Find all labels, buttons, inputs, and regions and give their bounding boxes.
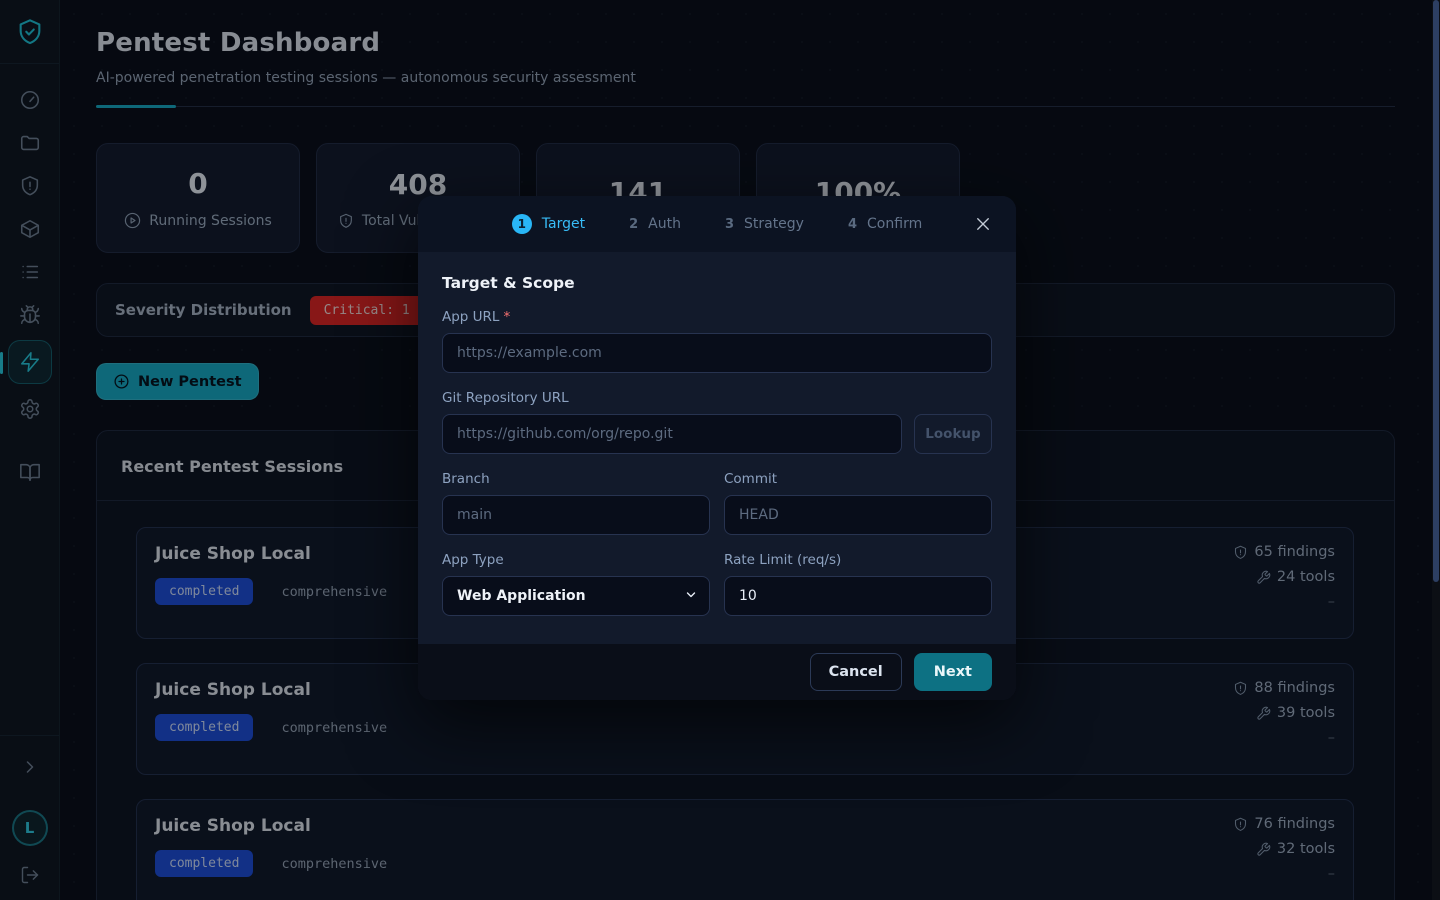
close-button[interactable]	[970, 211, 996, 237]
git-url-label: Git Repository URL	[442, 390, 992, 406]
app-url-input[interactable]	[442, 333, 992, 373]
branch-input[interactable]	[442, 495, 710, 535]
step-auth[interactable]: 2 Auth	[629, 216, 681, 232]
step-label: Auth	[648, 216, 681, 232]
step-confirm[interactable]: 4 Confirm	[848, 216, 922, 232]
cancel-button[interactable]: Cancel	[810, 653, 902, 691]
step-target[interactable]: 1 Target	[512, 214, 585, 234]
required-asterisk: *	[503, 309, 510, 325]
app-type-select[interactable]: Web Application	[442, 576, 710, 616]
step-number: 3	[725, 217, 734, 232]
commit-input[interactable]	[724, 495, 992, 535]
modal-footer: Cancel Next	[418, 644, 1016, 700]
step-strategy[interactable]: 3 Strategy	[725, 216, 804, 232]
step-number-badge: 1	[512, 214, 532, 234]
step-label: Target	[542, 216, 585, 232]
step-label: Confirm	[867, 216, 922, 232]
commit-label: Commit	[724, 471, 992, 487]
lookup-button[interactable]: Lookup	[914, 414, 992, 454]
modal-step-header: 1 Target 2 Auth 3 Strategy 4 Confirm	[418, 196, 1016, 252]
app-type-label: App Type	[442, 552, 710, 568]
branch-label: Branch	[442, 471, 710, 487]
step-number: 4	[848, 217, 857, 232]
new-pentest-modal: 1 Target 2 Auth 3 Strategy 4 Confirm Tar…	[418, 196, 1016, 700]
scrollbar-thumb[interactable]	[1433, 0, 1439, 582]
next-button[interactable]: Next	[914, 653, 992, 691]
close-icon	[974, 215, 992, 233]
rate-limit-label: Rate Limit (req/s)	[724, 552, 992, 568]
git-url-input[interactable]	[442, 414, 902, 454]
step-label: Strategy	[744, 216, 804, 232]
scrollbar-track[interactable]	[1432, 0, 1440, 900]
modal-body: Target & Scope App URL* Git Repository U…	[418, 252, 1016, 644]
app-url-label: App URL*	[442, 309, 992, 325]
step-number: 2	[629, 217, 638, 232]
rate-limit-input[interactable]	[724, 576, 992, 616]
modal-title: Target & Scope	[442, 274, 992, 292]
